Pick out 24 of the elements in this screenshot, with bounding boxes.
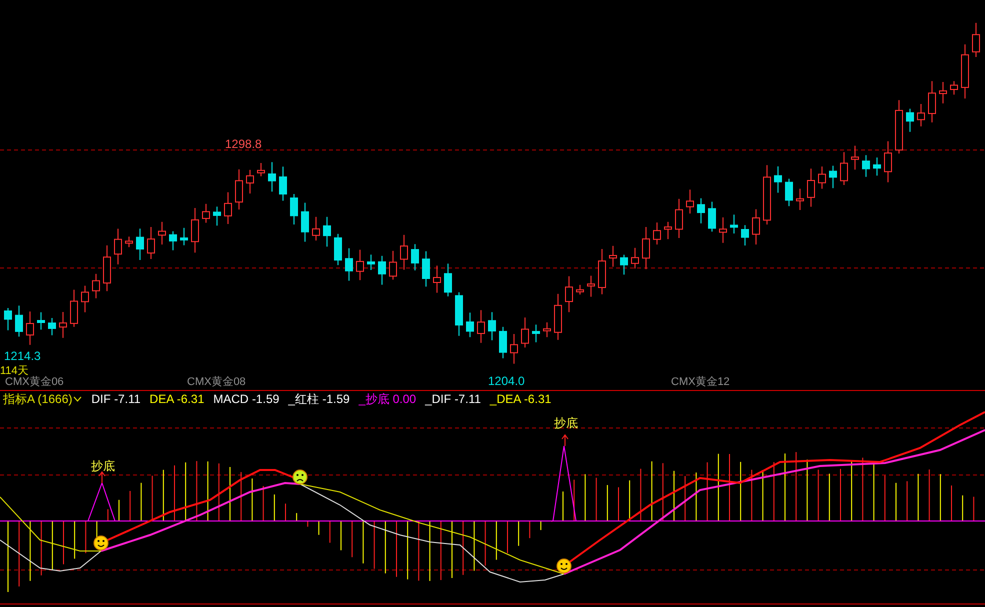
arrow-up-icon <box>562 434 568 446</box>
chevron-down-icon <box>73 396 82 402</box>
smiley-face-icon <box>556 558 572 574</box>
contract-label: CMX黄金08 <box>187 377 246 388</box>
contract-label: CMX黄金06 <box>5 377 64 388</box>
indicator-reading: MACD -1.59 <box>213 393 280 405</box>
price-label: 1204.0 <box>488 375 525 387</box>
arrow-up-icon <box>98 471 106 484</box>
indicator-reading: _DIF -7.11 <box>425 393 481 405</box>
smiley-face-icon <box>94 536 108 550</box>
day-count-label: 114天 <box>0 366 29 377</box>
indicator-reading: _抄底 0.00 <box>358 393 416 405</box>
indicator-selector[interactable]: 指标A (1666) <box>3 393 82 405</box>
contract-label: CMX黄金12 <box>671 377 730 388</box>
indicator-reading: DEA -6.31 <box>150 393 204 405</box>
frown-face-icon <box>292 470 308 484</box>
indicator-reading: DIF -7.11 <box>91 393 141 405</box>
signal-label: 抄底 <box>554 417 578 429</box>
indicator-reading: _红柱 -1.59 <box>288 393 350 405</box>
indicator-reading: _DEA -6.31 <box>490 393 552 405</box>
price-label: 1298.8 <box>225 138 262 150</box>
price-label: 1214.3 <box>4 350 41 362</box>
signal-spike <box>88 482 116 522</box>
signal-label: 抄底 <box>91 460 115 472</box>
